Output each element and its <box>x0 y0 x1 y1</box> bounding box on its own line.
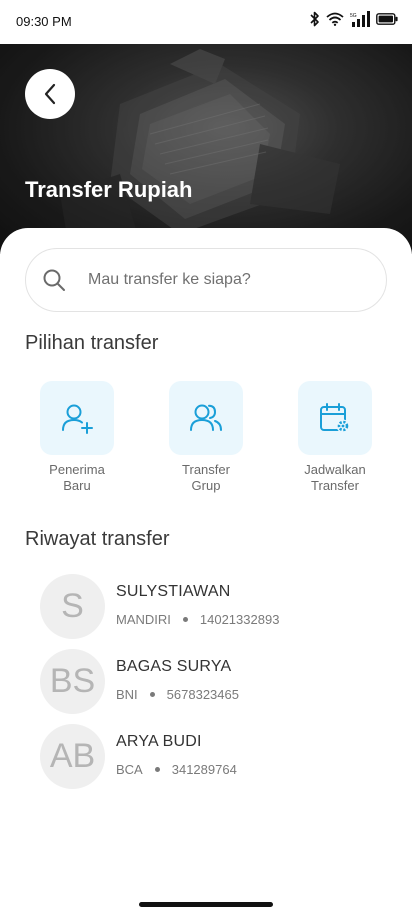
signal-icon: 5G <box>350 11 370 27</box>
history-row[interactable]: BS BAGAS SURYA BNI 5678323465 <box>40 649 380 715</box>
account-number: 5678323465 <box>166 687 239 702</box>
option-new-recipient[interactable]: Penerima Baru <box>22 381 132 494</box>
option-schedule-transfer[interactable]: Jadwalkan Transfer <box>280 381 390 494</box>
recipient-name: ARYA BUDI <box>116 733 202 750</box>
avatar: S <box>40 574 105 639</box>
back-button[interactable] <box>25 69 75 119</box>
option-label-line2: Baru <box>63 478 91 493</box>
recipient-account-info: BNI 5678323465 <box>116 687 239 702</box>
account-number: 341289764 <box>171 762 237 777</box>
history-row[interactable]: S SULYSTIAWAN MANDIRI 14021332893 <box>40 574 380 640</box>
separator-dot <box>149 692 155 697</box>
bank-name: BNI <box>116 687 138 702</box>
search-input[interactable] <box>88 271 348 289</box>
header-banner: Transfer Rupiah <box>0 44 412 254</box>
option-label: Penerima Baru <box>22 462 132 494</box>
content-sheet: Pilihan transfer Penerima Baru <box>0 228 412 918</box>
option-label: Jadwalkan Transfer <box>280 462 390 494</box>
home-indicator <box>139 902 273 907</box>
option-label-line1: Transfer <box>182 462 230 477</box>
option-label-line2: Transfer <box>311 478 359 493</box>
recipient-name: SULYSTIAWAN <box>116 583 231 600</box>
status-time: 09:30 PM <box>16 14 72 29</box>
option-label-line2: Grup <box>191 478 221 493</box>
separator-dot <box>154 767 160 772</box>
network-label: 5G <box>350 13 357 19</box>
option-icon-tile <box>40 381 114 455</box>
option-icon-tile <box>298 381 372 455</box>
bluetooth-icon <box>310 11 319 27</box>
recipient-account-info: BCA 341289764 <box>116 762 237 777</box>
history-title: Riwayat transfer <box>25 528 170 550</box>
chevron-left-icon <box>44 83 56 105</box>
recipient-account-info: MANDIRI 14021332893 <box>116 612 279 627</box>
recipient-name: BAGAS SURYA <box>116 658 232 675</box>
search-icon <box>43 269 65 291</box>
status-bar: 09:30 PM 5G <box>0 0 412 44</box>
status-icons: 5G <box>310 11 398 27</box>
option-icon-tile <box>169 381 243 455</box>
option-label: Transfer Grup <box>151 462 261 494</box>
bank-name: BCA <box>116 762 143 777</box>
battery-icon <box>376 13 398 25</box>
option-label-line1: Penerima <box>49 462 105 477</box>
calendar-settings-icon <box>320 403 350 433</box>
users-group-icon <box>190 404 222 431</box>
user-add-icon <box>62 404 93 434</box>
separator-dot <box>182 617 188 622</box>
bank-name: MANDIRI <box>116 612 171 627</box>
transfer-options-title: Pilihan transfer <box>25 332 159 354</box>
account-number: 14021332893 <box>199 612 280 627</box>
option-group-transfer[interactable]: Transfer Grup <box>151 381 261 494</box>
avatar: BS <box>40 649 105 714</box>
search-bar[interactable] <box>25 248 387 312</box>
history-row[interactable]: AB ARYA BUDI BCA 341289764 <box>40 724 380 790</box>
avatar: AB <box>40 724 105 789</box>
wifi-icon <box>326 12 344 26</box>
option-label-line1: Jadwalkan <box>304 462 366 477</box>
page-title: Transfer Rupiah <box>25 177 193 202</box>
